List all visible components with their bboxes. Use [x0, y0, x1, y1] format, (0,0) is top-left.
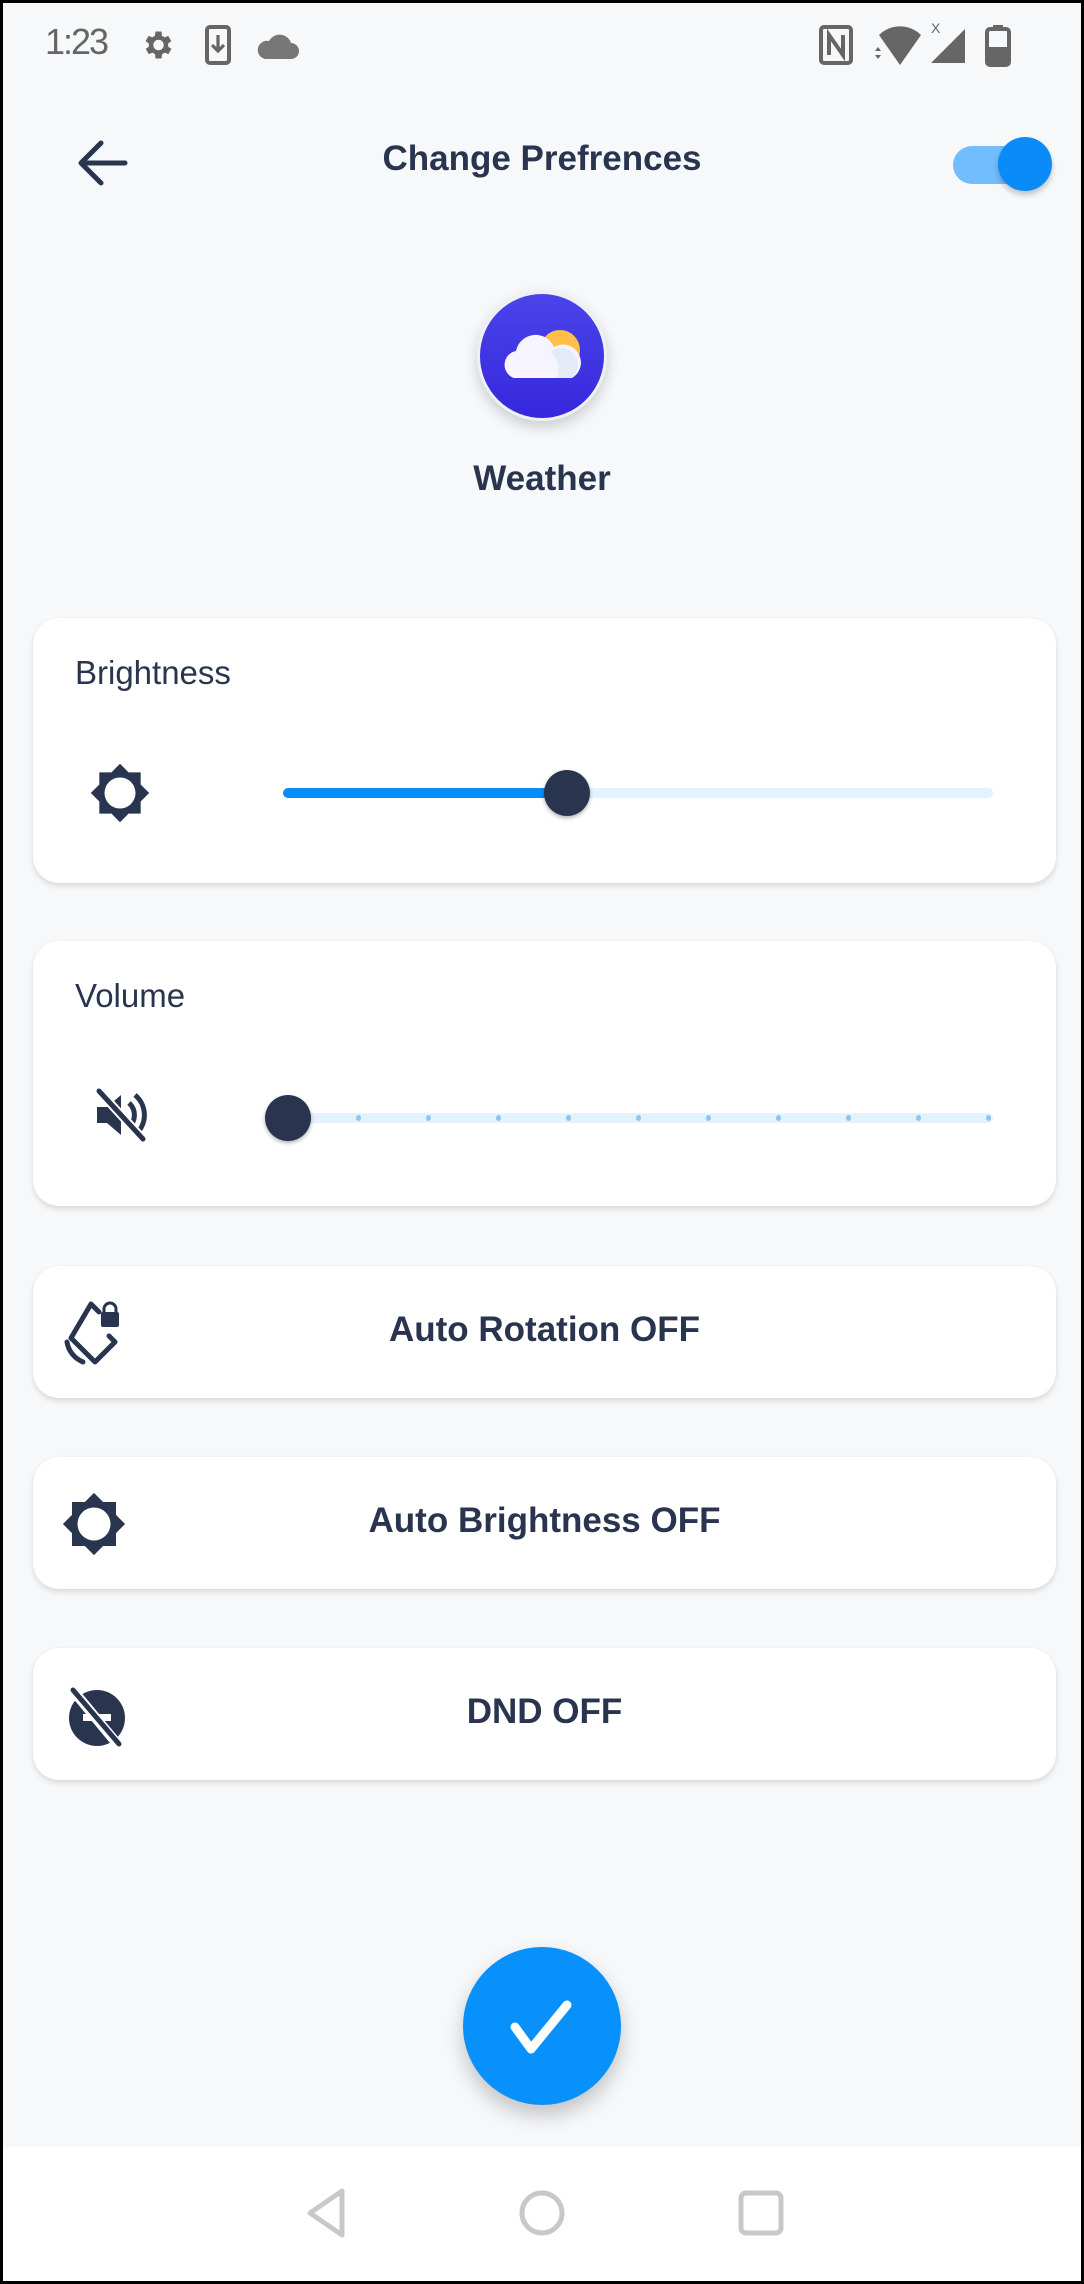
volume-tick	[635, 1115, 641, 1121]
brightness-icon	[89, 760, 151, 826]
cell-signal-icon: X	[927, 19, 969, 70]
auto-brightness-label: Auto Brightness OFF	[368, 1501, 721, 1540]
dnd-button[interactable]: DND OFF	[33, 1648, 1056, 1780]
volume-card: Volume	[33, 941, 1056, 1206]
recents-square-icon	[738, 2190, 784, 2236]
brightness-thumb[interactable]	[544, 770, 590, 816]
volume-tick	[985, 1115, 991, 1121]
settings-gear-icon	[139, 25, 175, 70]
toggle-thumb	[998, 137, 1052, 191]
check-icon	[510, 2000, 572, 2054]
volume-slider[interactable]	[253, 1087, 993, 1147]
dnd-label: DND OFF	[466, 1692, 623, 1731]
preferences-toggle[interactable]	[953, 131, 1052, 197]
page-title: Change Prefrences	[382, 139, 702, 178]
auto-rotation-button[interactable]: Auto Rotation OFF	[33, 1266, 1056, 1398]
volume-tick	[425, 1115, 431, 1121]
volume-tick	[775, 1115, 781, 1121]
confirm-button[interactable]	[463, 1947, 621, 2105]
nav-home-button[interactable]	[512, 2183, 572, 2243]
volume-tick	[355, 1115, 361, 1121]
status-time: 1:23	[45, 21, 109, 62]
volume-thumb[interactable]	[265, 1095, 311, 1141]
volume-off-icon	[91, 1085, 151, 1145]
volume-title: Volume	[75, 977, 186, 1014]
status-bar: 1:23 X	[3, 3, 1081, 87]
cloud-icon	[255, 31, 299, 66]
nav-back-button[interactable]	[298, 2183, 358, 2243]
battery-icon	[985, 25, 1011, 72]
nfc-icon	[819, 25, 853, 70]
app-name: Weather	[473, 459, 611, 498]
back-triangle-icon	[307, 2188, 345, 2238]
brightness-card: Brightness	[33, 618, 1056, 883]
weather-partly-cloudy-icon	[504, 330, 581, 378]
brightness-slider[interactable]	[253, 762, 993, 822]
nav-recents-button[interactable]	[731, 2183, 791, 2243]
volume-tick	[495, 1115, 501, 1121]
volume-tick	[565, 1115, 571, 1121]
brightness-fill	[283, 788, 567, 798]
brightness-title: Brightness	[75, 654, 231, 691]
screen: 1:23 X Change Prefrences Weather Brightn…	[3, 3, 1081, 2281]
wifi-icon	[871, 25, 921, 72]
svg-text:X: X	[931, 20, 941, 36]
volume-tick	[705, 1115, 711, 1121]
navigation-bar	[3, 2147, 1081, 2281]
auto-rotation-label: Auto Rotation OFF	[388, 1310, 701, 1349]
volume-tick	[915, 1115, 921, 1121]
auto-brightness-button[interactable]: Auto Brightness OFF	[33, 1457, 1056, 1589]
app-icon	[477, 291, 607, 421]
home-circle-icon	[519, 2190, 565, 2236]
download-icon	[205, 25, 231, 70]
volume-tick	[845, 1115, 851, 1121]
